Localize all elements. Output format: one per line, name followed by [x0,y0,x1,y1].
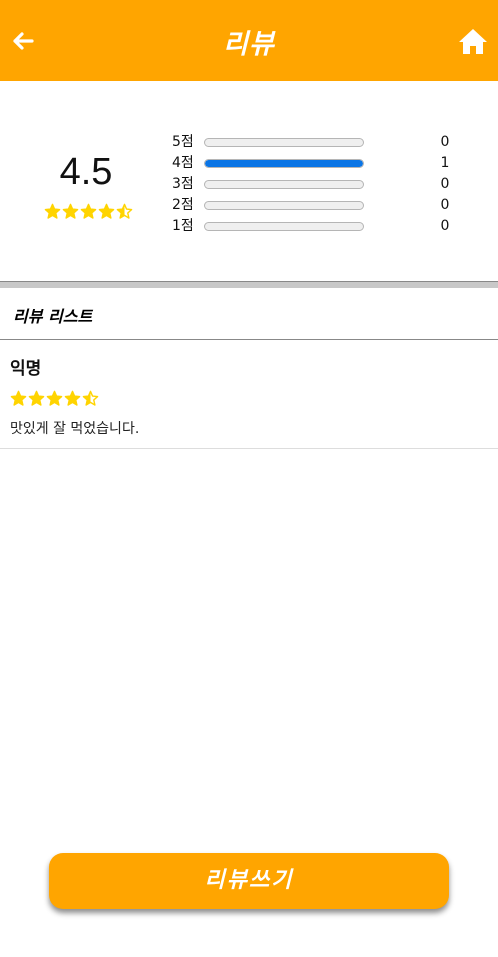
review-list-title: 리뷰 리스트 [13,307,93,326]
star-full-icon [10,390,27,406]
rating-row-3: 3점 0 [0,174,498,194]
rating-row-count: 0 [440,197,450,213]
rating-bar [204,222,364,231]
rating-bar [204,201,364,210]
review-stars [10,390,99,407]
rating-row-label: 4점 [172,155,194,171]
star-full-icon [28,390,45,406]
app-header: 리뷰 [0,0,498,81]
review-text: 맛있게 잘 먹었습니다. [10,421,140,437]
page-title: 리뷰 [223,29,275,60]
rating-row-count: 0 [440,176,450,192]
write-review-button[interactable]: 리뷰쓰기 [49,853,449,909]
review-item: 익명 맛있게 잘 먹었습니다. [0,340,498,449]
rating-row-label: 5점 [172,134,194,150]
rating-row-count: 0 [440,218,450,234]
home-button[interactable] [457,26,489,56]
rating-row-count: 1 [440,155,450,171]
home-icon [459,29,487,54]
star-full-icon [64,390,81,406]
rating-bar [204,159,364,168]
rating-row-5: 5점 0 [0,132,498,152]
rating-bar [204,180,364,189]
review-author: 익명 [10,359,42,379]
rating-row-2: 2점 0 [0,195,498,215]
review-list-header: 리뷰 리스트 [0,287,498,340]
star-full-icon [46,390,63,406]
rating-row-1: 1점 0 [0,216,498,236]
rating-row-count: 0 [440,134,450,150]
rating-bar [204,138,364,147]
rating-row-label: 3점 [172,176,194,192]
star-half-icon [82,390,99,406]
rating-row-label: 2점 [172,197,194,213]
rating-summary: 4.5 5점 0 4점 1 3점 0 2점 0 1점 0 [0,81,498,281]
rating-row-label: 1점 [172,218,194,234]
rating-row-4: 4점 1 [0,153,498,173]
rating-bar-fill [205,160,363,167]
